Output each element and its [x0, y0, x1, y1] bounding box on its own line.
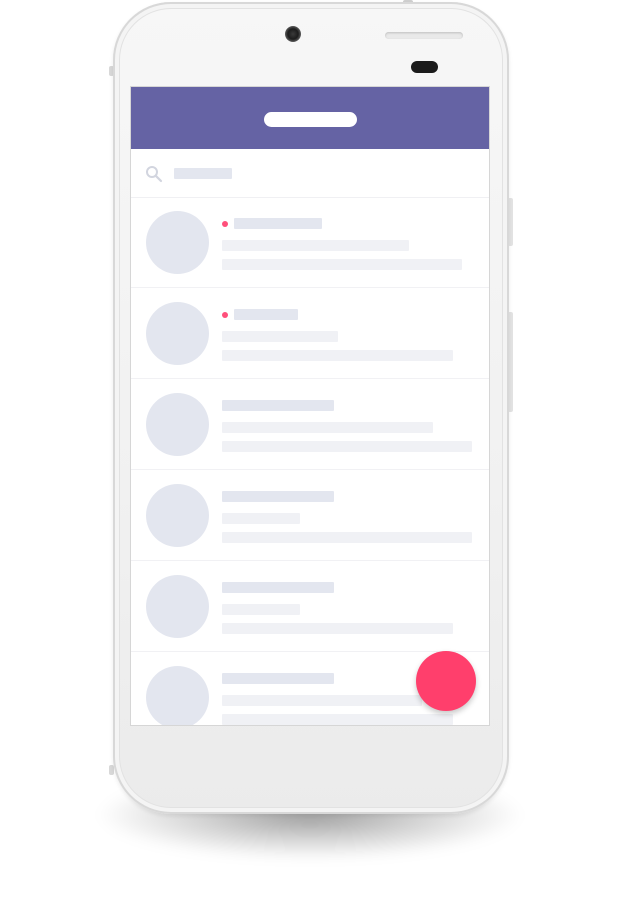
avatar	[146, 484, 209, 547]
subject-placeholder	[222, 331, 338, 342]
message-preview-placeholder	[222, 714, 453, 725]
compose-fab-button[interactable]	[416, 651, 476, 711]
avatar	[146, 393, 209, 456]
avatar	[146, 302, 209, 365]
proximity-sensor	[411, 61, 438, 73]
phone-screen	[131, 87, 489, 725]
unread-indicator	[222, 312, 228, 318]
search-icon	[146, 166, 163, 183]
message-preview-placeholder	[222, 441, 472, 452]
search-bar[interactable]	[131, 149, 489, 198]
conversation-list	[131, 197, 489, 725]
avatar	[146, 211, 209, 274]
contact-name-placeholder	[234, 309, 298, 320]
contact-name-placeholder	[222, 491, 334, 502]
list-item[interactable]	[131, 379, 489, 470]
contact-name-placeholder	[234, 218, 322, 229]
contact-name-placeholder	[222, 582, 334, 593]
avatar	[146, 575, 209, 638]
search-input[interactable]	[174, 168, 232, 179]
app-bar	[131, 87, 489, 149]
device-mockup	[0, 0, 621, 923]
subject-placeholder	[222, 695, 422, 706]
list-item[interactable]	[131, 288, 489, 379]
message-preview-placeholder	[222, 259, 462, 270]
contact-name-placeholder	[222, 400, 334, 411]
message-preview-placeholder	[222, 350, 453, 361]
message-preview-placeholder	[222, 532, 472, 543]
subject-placeholder	[222, 240, 409, 251]
earpiece-speaker	[385, 32, 463, 39]
list-item[interactable]	[131, 470, 489, 561]
app-title-placeholder	[264, 112, 357, 127]
list-item[interactable]	[131, 197, 489, 288]
unread-indicator	[222, 221, 228, 227]
subject-placeholder	[222, 604, 300, 615]
message-preview-placeholder	[222, 623, 453, 634]
avatar	[146, 666, 209, 725]
list-item[interactable]	[131, 561, 489, 652]
contact-name-placeholder	[222, 673, 334, 684]
subject-placeholder	[222, 422, 433, 433]
subject-placeholder	[222, 513, 300, 524]
front-camera	[285, 26, 301, 42]
